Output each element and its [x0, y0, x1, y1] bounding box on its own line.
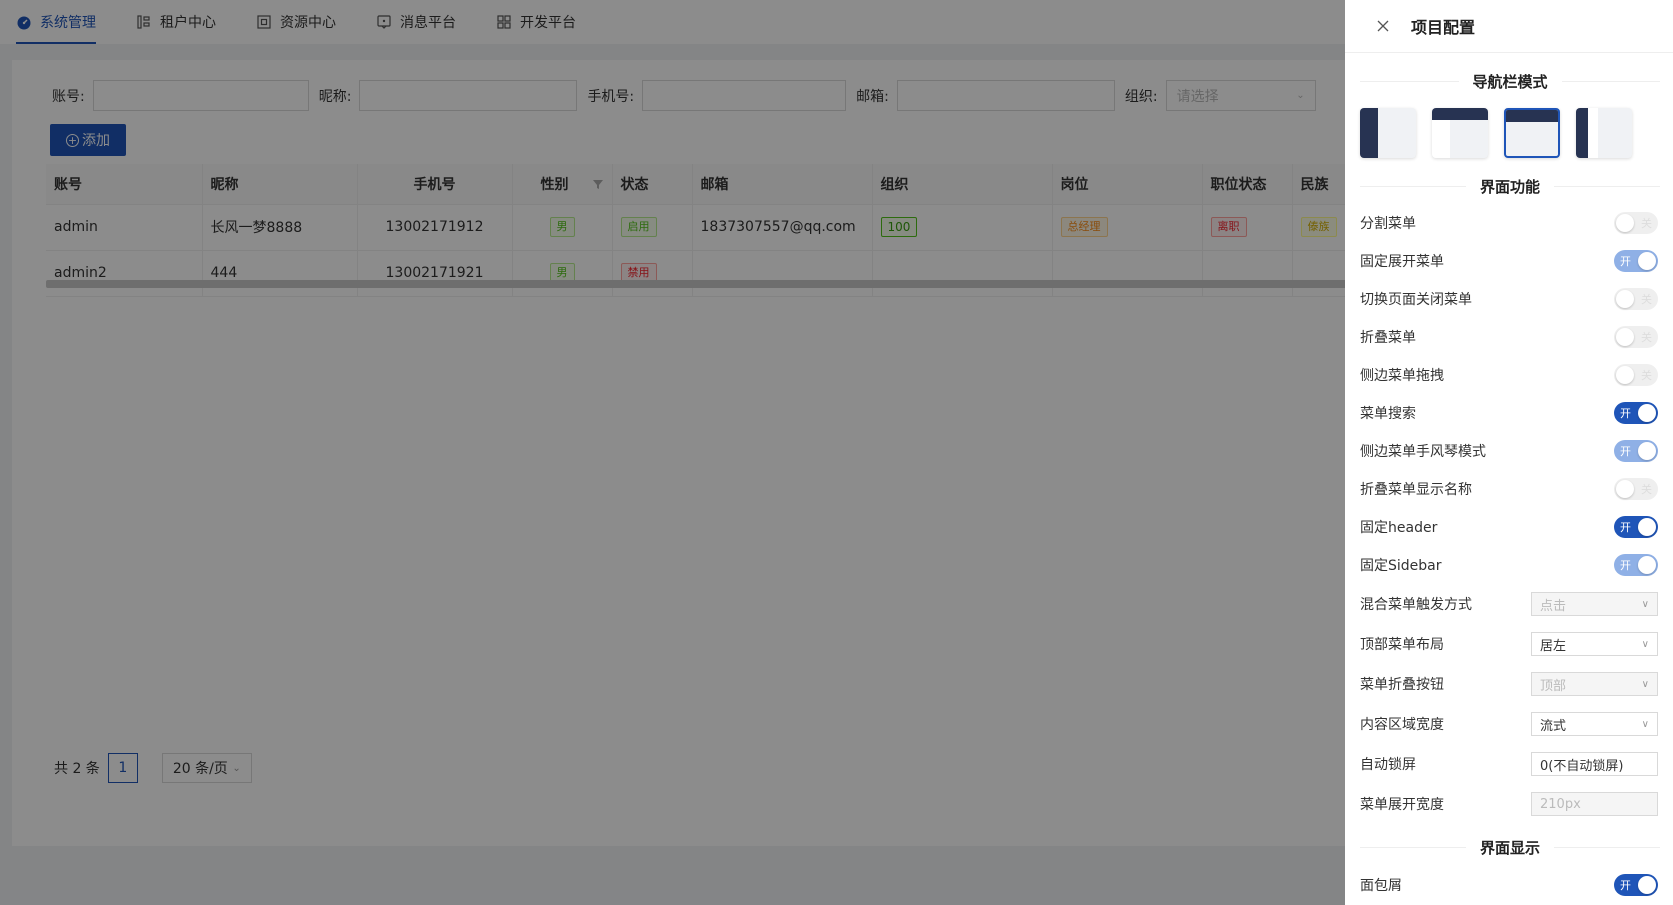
switch-text: 开 [1620, 445, 1631, 458]
drawer-header: 项目配置 [1345, 0, 1673, 53]
setting-row: 固定Sidebar 开 [1360, 554, 1658, 576]
setting-label: 面包屑 [1360, 878, 1402, 894]
nav-mode-top[interactable] [1504, 108, 1560, 158]
chevron-down-icon: ∨ [1641, 598, 1649, 610]
setting-row: 菜单搜索 开 [1360, 402, 1658, 424]
section-title: 界面功能 [1480, 177, 1541, 196]
setting-row: 混合菜单触发方式 点击 ∨ [1360, 592, 1658, 616]
toggle-switch[interactable]: 关 [1614, 212, 1658, 234]
toggle-switch[interactable]: 关 [1614, 478, 1658, 500]
switch-text: 开 [1620, 521, 1631, 534]
setting-input[interactable]: 0(不自动锁屏) [1531, 752, 1658, 776]
nav-mode-options [1360, 108, 1648, 158]
setting-label: 菜单折叠按钮 [1360, 677, 1444, 693]
select-value: 顶部 [1540, 678, 1567, 694]
toggle-switch[interactable]: 开 [1614, 402, 1658, 424]
switch-knob [1616, 290, 1634, 308]
switch-knob [1638, 404, 1656, 422]
setting-label: 固定Sidebar [1360, 558, 1442, 574]
chevron-down-icon: ∨ [1641, 638, 1649, 650]
setting-label: 内容区域宽度 [1360, 717, 1444, 733]
setting-row: 自动锁屏 0(不自动锁屏) [1360, 752, 1658, 776]
setting-row: 顶部菜单布局 居左 ∨ [1360, 632, 1658, 656]
switch-knob [1638, 518, 1656, 536]
setting-row: 面包屑 开 [1360, 874, 1658, 896]
setting-input[interactable]: 210px [1531, 792, 1658, 816]
toggle-switch[interactable]: 开 [1614, 440, 1658, 462]
setting-row: 菜单折叠按钮 顶部 ∨ [1360, 672, 1658, 696]
switch-text: 关 [1641, 293, 1652, 306]
setting-label: 菜单展开宽度 [1360, 797, 1444, 813]
toggle-switch[interactable]: 开 [1614, 554, 1658, 576]
nav-mode-mix[interactable] [1432, 108, 1488, 158]
switch-text: 开 [1620, 879, 1631, 892]
toggle-switch[interactable]: 开 [1614, 516, 1658, 538]
setting-label: 切换页面关闭菜单 [1360, 292, 1472, 308]
setting-label: 固定展开菜单 [1360, 254, 1444, 270]
input-value: 0(不自动锁屏) [1540, 758, 1624, 774]
switch-text: 开 [1620, 407, 1631, 420]
setting-label: 侧边菜单手风琴模式 [1360, 444, 1486, 460]
setting-label: 分割菜单 [1360, 216, 1416, 232]
setting-row: 固定展开菜单 开 [1360, 250, 1658, 272]
switch-knob [1638, 442, 1656, 460]
input-value: 210px [1540, 796, 1581, 812]
setting-label: 菜单搜索 [1360, 406, 1416, 422]
toggle-switch[interactable]: 关 [1614, 364, 1658, 386]
switch-text: 开 [1620, 559, 1631, 572]
drawer-title: 项目配置 [1411, 18, 1476, 37]
switch-knob [1638, 252, 1656, 270]
switch-knob [1616, 328, 1634, 346]
setting-label: 折叠菜单显示名称 [1360, 482, 1472, 498]
setting-select[interactable]: 点击 ∨ [1531, 592, 1658, 616]
toggle-switch[interactable]: 开 [1614, 874, 1658, 896]
switch-text: 关 [1641, 369, 1652, 382]
section-interface-display: 界面显示 [1360, 836, 1661, 858]
select-value: 点击 [1540, 598, 1567, 614]
setting-select[interactable]: 流式 ∨ [1531, 712, 1658, 736]
toggle-switch[interactable]: 开 [1614, 250, 1658, 272]
switch-text: 开 [1620, 255, 1631, 268]
switch-knob [1638, 556, 1656, 574]
toggle-switch[interactable]: 关 [1614, 288, 1658, 310]
setting-label: 固定header [1360, 520, 1438, 536]
switch-knob [1616, 480, 1634, 498]
section-title: 界面显示 [1480, 838, 1541, 857]
setting-row: 切换页面关闭菜单 关 [1360, 288, 1658, 310]
setting-row: 内容区域宽度 流式 ∨ [1360, 712, 1658, 736]
setting-row: 侧边菜单拖拽 关 [1360, 364, 1658, 386]
setting-row: 分割菜单 关 [1360, 212, 1658, 234]
nav-mode-mix-sidebar[interactable] [1576, 108, 1632, 158]
setting-row: 固定header 开 [1360, 516, 1658, 538]
close-icon[interactable] [1375, 18, 1391, 34]
setting-label: 顶部菜单布局 [1360, 637, 1444, 653]
setting-select[interactable]: 顶部 ∨ [1531, 672, 1658, 696]
switch-knob [1616, 366, 1634, 384]
setting-row: 菜单展开宽度 210px [1360, 792, 1658, 816]
switch-text: 关 [1641, 483, 1652, 496]
settings-drawer: 项目配置 导航栏模式 界面功能 界面显示 分割菜单关固定展开菜单开切换页面关闭菜… [1345, 0, 1673, 905]
select-value: 流式 [1540, 718, 1567, 734]
chevron-down-icon: ∨ [1641, 678, 1649, 690]
setting-label: 折叠菜单 [1360, 330, 1416, 346]
setting-row: 折叠菜单 关 [1360, 326, 1658, 348]
nav-mode-sidebar[interactable] [1360, 108, 1416, 158]
setting-label: 混合菜单触发方式 [1360, 597, 1472, 613]
section-title: 导航栏模式 [1472, 72, 1548, 91]
toggle-switch[interactable]: 关 [1614, 326, 1658, 348]
setting-row: 折叠菜单显示名称 关 [1360, 478, 1658, 500]
switch-text: 关 [1641, 331, 1652, 344]
select-value: 居左 [1540, 638, 1567, 654]
switch-knob [1638, 876, 1656, 894]
section-nav-mode: 导航栏模式 [1360, 70, 1661, 92]
section-interface-function: 界面功能 [1360, 175, 1661, 197]
switch-text: 关 [1641, 217, 1652, 230]
setting-row: 侧边菜单手风琴模式 开 [1360, 440, 1658, 462]
chevron-down-icon: ∨ [1641, 718, 1649, 730]
setting-select[interactable]: 居左 ∨ [1531, 632, 1658, 656]
switch-knob [1616, 214, 1634, 232]
setting-label: 侧边菜单拖拽 [1360, 368, 1444, 384]
setting-label: 自动锁屏 [1360, 757, 1416, 773]
